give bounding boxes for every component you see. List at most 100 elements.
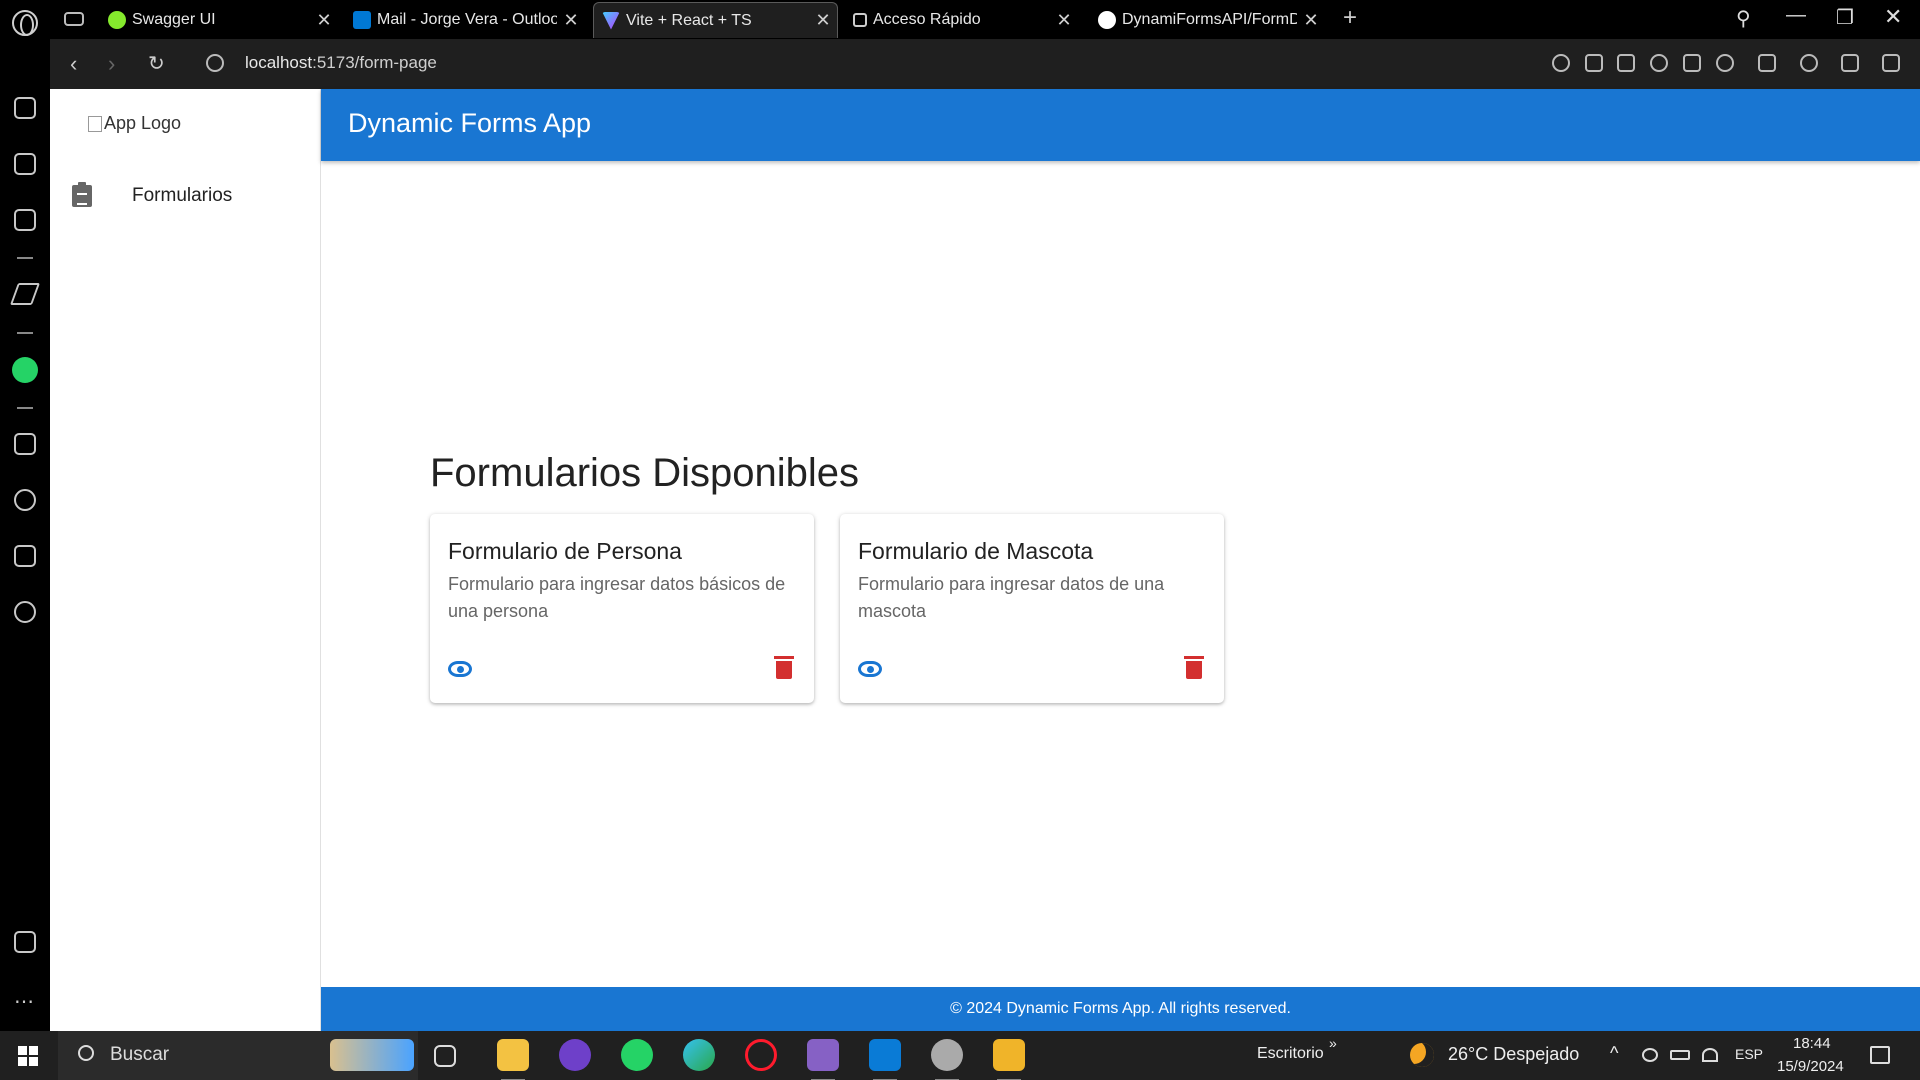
web-page: App Logo Formularios Dynamic Forms App F… xyxy=(50,89,1920,1031)
history-icon[interactable] xyxy=(14,489,36,511)
chevron-icon[interactable]: » xyxy=(1329,1035,1337,1051)
find-icon[interactable] xyxy=(1552,54,1570,72)
more-icon[interactable]: ⋯ xyxy=(14,989,34,1014)
reload-button[interactable]: ↻ xyxy=(148,51,165,76)
tab-swagger[interactable]: Swagger UI ✕ xyxy=(100,2,338,38)
grid-icon xyxy=(853,13,867,27)
opera-taskbar-icon[interactable] xyxy=(745,1039,777,1071)
extensions-icon[interactable] xyxy=(14,545,36,567)
search-placeholder: Buscar xyxy=(110,1044,170,1065)
close-icon[interactable]: ✕ xyxy=(1050,10,1078,31)
tab-title: Acceso Rápido xyxy=(873,11,981,28)
whatsapp-taskbar-icon[interactable] xyxy=(621,1039,653,1071)
edge-icon[interactable] xyxy=(683,1039,715,1071)
url-host: localhost xyxy=(245,53,313,72)
desktop-label[interactable]: Escritorio xyxy=(1257,1045,1324,1063)
site-info-icon[interactable] xyxy=(206,54,224,72)
wifi-icon[interactable] xyxy=(1702,1048,1718,1062)
battery-icon[interactable] xyxy=(1670,1050,1690,1060)
url-path: :5173/form-page xyxy=(312,53,437,72)
card-description: Formulario para ingresar datos básicos d… xyxy=(448,574,786,621)
visual-studio-icon[interactable] xyxy=(807,1039,839,1080)
app-taskbar-icon[interactable] xyxy=(993,1039,1025,1080)
search-icon xyxy=(78,1045,94,1061)
windows-taskbar: Buscar Escritorio » 26°C Despejado ^ ESP… xyxy=(0,1031,1920,1080)
tab-search-icon[interactable]: ⚲ xyxy=(1736,6,1751,31)
close-icon[interactable]: ✕ xyxy=(310,10,338,31)
camera-icon[interactable] xyxy=(1617,54,1635,72)
settings-gear-icon[interactable] xyxy=(14,601,36,623)
file-explorer-icon[interactable] xyxy=(497,1039,529,1080)
card-title: Formulario de Mascota xyxy=(858,538,1094,564)
download-icon[interactable] xyxy=(1841,54,1859,72)
broken-image-icon xyxy=(88,115,102,132)
page-title: Formularios Disponibles xyxy=(430,451,860,495)
view-eye-icon[interactable] xyxy=(858,661,882,677)
task-view-icon[interactable] xyxy=(434,1045,456,1067)
opera-logo-icon[interactable] xyxy=(12,10,38,36)
easy-setup-icon[interactable] xyxy=(1882,54,1900,72)
tab-github[interactable]: DynamiFormsAPI/FormDyn ✕ xyxy=(1090,2,1325,38)
edit-icon[interactable] xyxy=(1585,54,1603,72)
github-favicon-icon xyxy=(1098,11,1116,29)
github-desktop-icon[interactable] xyxy=(559,1039,591,1071)
sidebar-divider xyxy=(17,407,33,409)
new-tab-button[interactable]: + xyxy=(1343,4,1357,32)
url-field[interactable]: localhost:5173/form-page xyxy=(245,53,437,73)
moon-weather-icon xyxy=(1410,1043,1434,1067)
aria-icon[interactable] xyxy=(9,283,41,305)
outlook-favicon-icon xyxy=(353,11,371,29)
app-logo-alt: App Logo xyxy=(104,113,182,133)
language-indicator[interactable]: ESP xyxy=(1735,1046,1763,1062)
app-header: Dynamic Forms App xyxy=(321,89,1920,161)
vscode-icon[interactable] xyxy=(869,1039,901,1080)
swagger-favicon-icon xyxy=(108,11,126,29)
clock-date[interactable]: 15/9/2024 xyxy=(1777,1058,1844,1075)
opera-sidebar: ⋯ xyxy=(0,39,50,1031)
tab-title: Vite + React + TS xyxy=(626,11,752,29)
windows-start-icon[interactable] xyxy=(18,1046,38,1066)
view-eye-icon[interactable] xyxy=(448,661,472,677)
sidebar-item-formularios[interactable]: Formularios xyxy=(50,179,320,225)
delete-trash-icon[interactable] xyxy=(1184,656,1204,679)
form-card: Formulario de Mascota Formulario para in… xyxy=(840,514,1224,703)
sidebar-divider xyxy=(17,332,33,334)
workspaces-icon[interactable] xyxy=(14,97,36,119)
clock-time[interactable]: 18:44 xyxy=(1793,1035,1831,1052)
settings-taskbar-icon[interactable] xyxy=(931,1039,963,1080)
tab-title: Mail - Jorge Vera - Outlook xyxy=(377,11,557,28)
delete-trash-icon[interactable] xyxy=(774,656,794,679)
whatsapp-icon[interactable] xyxy=(12,357,38,383)
profile-icon[interactable] xyxy=(1800,54,1818,72)
address-bar: ‹ › ↻ localhost:5173/form-page xyxy=(50,39,1920,89)
pinboard-icon[interactable] xyxy=(14,433,36,455)
close-window-button[interactable]: ✕ xyxy=(1884,4,1902,30)
card-description: Formulario para ingresar datos de una ma… xyxy=(858,574,1165,621)
notifications-icon[interactable] xyxy=(1870,1046,1890,1064)
close-icon[interactable]: ✕ xyxy=(1297,10,1325,31)
tab-acceso-rapido[interactable]: Acceso Rápido ✕ xyxy=(845,2,1078,38)
back-button[interactable]: ‹ xyxy=(70,51,77,77)
minimize-button[interactable]: — xyxy=(1786,4,1806,27)
close-icon[interactable]: ✕ xyxy=(809,10,837,31)
card-title: Formulario de Persona xyxy=(448,538,682,564)
clipboard-icon xyxy=(72,182,92,207)
volume-icon[interactable] xyxy=(1642,1048,1658,1062)
adblock-icon[interactable] xyxy=(1650,54,1668,72)
weather-text[interactable]: 26°C Despejado xyxy=(1448,1044,1579,1065)
send-icon[interactable] xyxy=(1683,54,1701,72)
cube-icon[interactable] xyxy=(1758,54,1776,72)
close-icon[interactable]: ✕ xyxy=(557,10,585,31)
twitch-icon[interactable] xyxy=(14,153,36,175)
tray-expand-icon[interactable]: ^ xyxy=(1610,1043,1618,1064)
tab-outlook[interactable]: Mail - Jorge Vera - Outlook ✕ xyxy=(345,2,585,38)
chatgpt-icon[interactable] xyxy=(14,209,36,231)
forward-button[interactable]: › xyxy=(108,51,115,77)
heart-icon[interactable] xyxy=(1716,54,1734,72)
tab-title: Swagger UI xyxy=(132,11,216,28)
tab-islands-icon[interactable] xyxy=(64,12,84,26)
tab-vite-react[interactable]: Vite + React + TS ✕ xyxy=(593,2,838,38)
widgets-icon[interactable] xyxy=(330,1039,414,1071)
gallery-icon[interactable] xyxy=(14,931,36,953)
restore-button[interactable]: ❐ xyxy=(1836,5,1854,30)
